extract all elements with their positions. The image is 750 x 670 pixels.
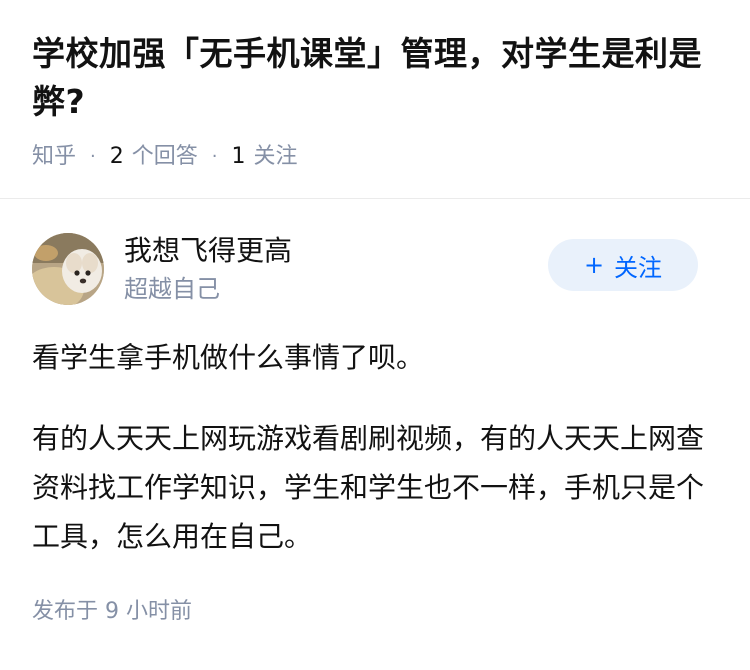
follow-count: 1 (231, 144, 246, 169)
author-row: 我想飞得更高 超越自己 + 关注 (32, 231, 718, 307)
author-name[interactable]: 我想飞得更高 (124, 232, 292, 270)
answer-card: 我想飞得更高 超越自己 + 关注 看学生拿手机做什么事情了呗。 有的人天天上网玩… (0, 199, 750, 625)
separator-dot: · (90, 146, 96, 167)
follow-button-label: 关注 (614, 253, 663, 282)
author-bio: 超越自己 (124, 275, 220, 303)
author-info: 我想飞得更高 超越自己 (124, 232, 292, 306)
separator-dot: · (211, 146, 218, 167)
plus-icon: + (583, 251, 605, 279)
source-label[interactable]: 知乎 (32, 142, 76, 172)
follow-button[interactable]: + 关注 (548, 239, 698, 291)
question-title[interactable]: 学校加强「无手机课堂」管理，对学生是利是弊? (32, 30, 718, 126)
publish-time: 发布于 9 小时前 (32, 599, 192, 624)
question-meta: 知乎 · 2 个回答 · 1 关注 (32, 142, 718, 172)
question-header: 学校加强「无手机课堂」管理，对学生是利是弊? 知乎 · 2 个回答 · 1 关注 (0, 0, 750, 172)
avatar[interactable] (32, 233, 104, 305)
avatar-image (32, 233, 104, 305)
follow-count-label[interactable]: 关注 (254, 142, 298, 172)
answer-paragraph: 看学生拿手机做什么事情了呗。 (32, 341, 425, 374)
answer-content[interactable]: 看学生拿手机做什么事情了呗。 有的人天天上网玩游戏看剧刷视频，有的人天天上网查资… (32, 333, 718, 561)
answer-count-label[interactable]: 个回答 (132, 142, 198, 172)
answer-paragraph: 有的人天天上网玩游戏看剧刷视频，有的人天天上网查资料找工作学知识，学生和学生也不… (32, 422, 705, 553)
answer-count: 2 (109, 144, 124, 169)
